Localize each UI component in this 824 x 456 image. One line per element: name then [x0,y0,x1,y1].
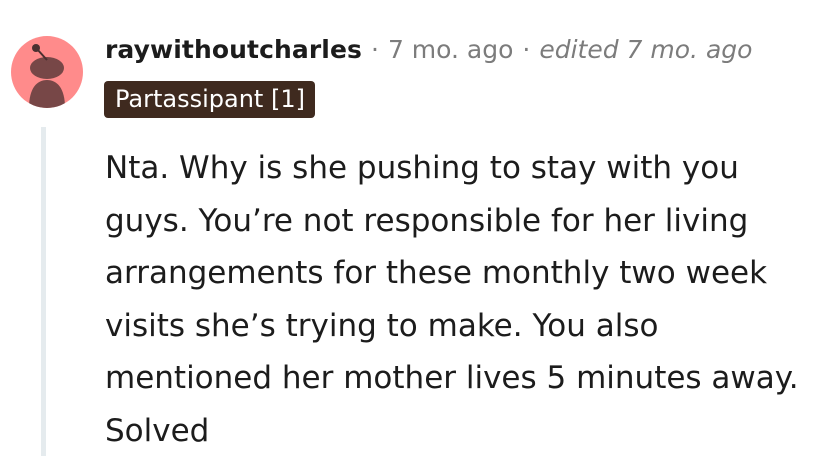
meta-separator: · [371,34,379,64]
avatar[interactable] [11,36,83,108]
timestamp-link[interactable]: 7 mo. ago [388,35,513,64]
comment-header: raywithoutcharles · 7 mo. ago · edited 7… [105,31,752,67]
edited-label: edited 7 mo. ago [539,34,753,64]
comment-body: Nta. Why is she pushing to stay with you… [105,150,799,449]
user-flair: Partassipant [1] [104,81,315,118]
snoo-avatar-icon [29,44,65,108]
meta-separator: · [522,34,531,64]
thread-line[interactable] [41,127,46,456]
username-link[interactable]: raywithoutcharles [105,35,362,64]
